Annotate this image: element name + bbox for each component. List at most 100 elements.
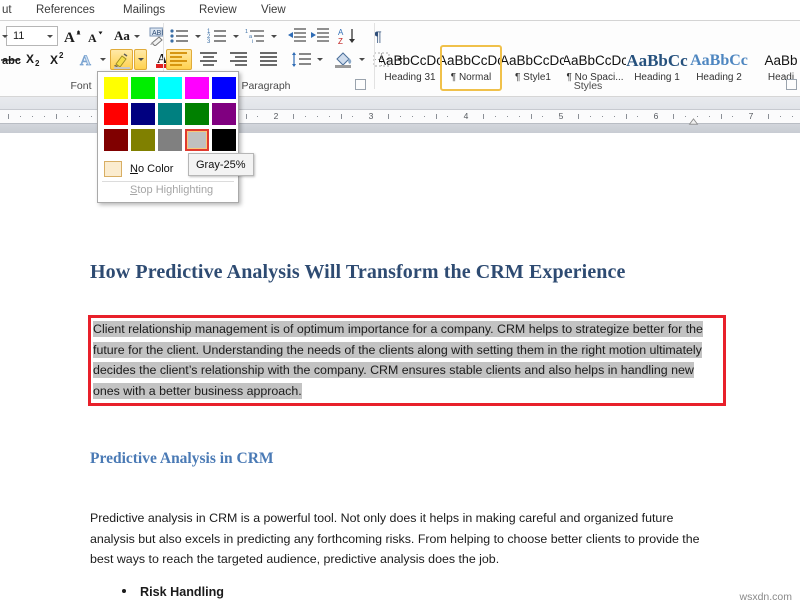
- ruler-tick: [673, 114, 674, 119]
- annotation-rectangle: [88, 315, 726, 406]
- decrease-indent-button[interactable]: [286, 26, 308, 46]
- ruler-tick: [44, 116, 45, 117]
- swatch-violet[interactable]: [212, 103, 236, 125]
- subscript-button[interactable]: X 2: [24, 49, 46, 69]
- line-spacing-icon: [292, 51, 311, 67]
- svg-text:X: X: [26, 52, 34, 66]
- font-size-input[interactable]: 11: [6, 26, 58, 46]
- show-formatting-marks-button[interactable]: ¶: [367, 26, 389, 46]
- text-effects-dropdown[interactable]: [97, 49, 108, 69]
- ruler-number: 3: [368, 111, 374, 121]
- numbering-dropdown[interactable]: [230, 26, 241, 46]
- ruler-tick: [780, 116, 781, 117]
- swatch-turquoise[interactable]: [158, 77, 182, 99]
- highlight-swatch-row-2: [98, 103, 238, 127]
- chevron-down-icon[interactable]: [47, 35, 53, 38]
- swatch-dark-blue[interactable]: [131, 103, 155, 125]
- swatch-bright-green[interactable]: [131, 77, 155, 99]
- svg-text:A: A: [64, 30, 75, 45]
- shrink-font-button[interactable]: A: [85, 26, 107, 46]
- ruler-number: 6: [653, 111, 659, 121]
- numbered-list-icon: 1 2 3: [207, 29, 226, 45]
- swatch-yellow[interactable]: [104, 77, 128, 99]
- ruler-tick: [519, 116, 520, 117]
- bullet-list-icon: [170, 29, 188, 43]
- bullets-dropdown[interactable]: [192, 26, 203, 46]
- ruler-tick: [436, 114, 437, 119]
- swatch-pink[interactable]: [185, 77, 209, 99]
- shading-dropdown[interactable]: [356, 49, 367, 70]
- pilcrow-icon: ¶: [374, 28, 382, 44]
- stop-highlighting-item[interactable]: Stop Highlighting: [130, 184, 213, 196]
- tab-references[interactable]: References: [36, 1, 95, 20]
- ruler-number: 5: [558, 111, 564, 121]
- grow-font-icon: A: [64, 30, 81, 45]
- no-color-swatch-icon: [104, 161, 122, 177]
- svg-text:3: 3: [207, 39, 211, 45]
- dropdown-divider: [102, 181, 234, 182]
- document-page[interactable]: How Predictive Analysis Will Transform t…: [0, 133, 800, 606]
- ruler-tick: [341, 114, 342, 119]
- svg-text:Z: Z: [338, 37, 343, 45]
- ruler-tick: [447, 116, 448, 117]
- chevron-down-icon[interactable]: [133, 34, 140, 38]
- ruler-tick: [732, 116, 733, 117]
- svg-text:A: A: [80, 53, 91, 68]
- highlight-color-dropdown[interactable]: No Color Stop Highlighting: [97, 71, 239, 203]
- tab-review[interactable]: Review: [199, 1, 237, 20]
- ruler-tick: [317, 116, 318, 117]
- font-name-dropdown-caret[interactable]: [0, 26, 10, 46]
- ruler-tick: [578, 114, 579, 119]
- text-effects-button[interactable]: A: [76, 49, 98, 69]
- swatch-black[interactable]: [212, 129, 236, 151]
- tab-mailings[interactable]: Mailings: [123, 1, 165, 20]
- ruler-tick: [412, 116, 413, 117]
- body-paragraph: Predictive analysis in CRM is a powerful…: [90, 511, 700, 566]
- style-preview: AaBbCc: [690, 51, 748, 69]
- align-right-button[interactable]: [226, 49, 252, 70]
- grow-font-button[interactable]: A: [62, 26, 84, 46]
- sort-button[interactable]: A Z: [337, 26, 361, 46]
- increase-indent-button[interactable]: [309, 26, 331, 46]
- clear-formatting-button[interactable]: ABl: [146, 25, 170, 47]
- watermark-text: wsxdn.com: [739, 591, 792, 603]
- ruler-tick: [590, 116, 591, 117]
- ruler-tick: [614, 116, 615, 117]
- superscript-button[interactable]: X 2: [48, 49, 70, 69]
- bullets-button[interactable]: [168, 26, 192, 46]
- swatch-gray-25[interactable]: [185, 129, 209, 151]
- line-spacing-button[interactable]: [290, 49, 314, 70]
- right-indent-marker[interactable]: [688, 118, 699, 125]
- tab-view[interactable]: View: [261, 1, 286, 20]
- change-case-button[interactable]: Aa: [112, 26, 142, 46]
- numbering-button[interactable]: 1 2 3: [206, 26, 230, 46]
- no-color-label: No Color: [130, 163, 174, 175]
- swatch-teal[interactable]: [158, 103, 182, 125]
- justify-button[interactable]: [256, 49, 282, 70]
- align-right-icon: [230, 52, 247, 66]
- multilevel-list-dropdown[interactable]: [268, 26, 279, 46]
- swatch-gray-50[interactable]: [158, 129, 182, 151]
- swatch-dark-red[interactable]: [104, 129, 128, 151]
- swatch-blue[interactable]: [212, 77, 236, 99]
- styles-dialog-launcher[interactable]: [786, 79, 797, 90]
- align-center-button[interactable]: [196, 49, 222, 70]
- align-left-button[interactable]: [166, 49, 192, 70]
- text-highlight-color-dropdown[interactable]: [134, 49, 147, 70]
- strikethrough-button[interactable]: abc: [0, 49, 22, 69]
- swatch-green[interactable]: [185, 103, 209, 125]
- ruler-tick: [542, 116, 543, 117]
- text-highlight-color-button[interactable]: [110, 49, 133, 70]
- subscript-icon: X 2: [26, 52, 40, 68]
- ruler-tick: [56, 114, 57, 119]
- ruler-number: 2: [273, 111, 279, 121]
- swatch-dark-yellow[interactable]: [131, 129, 155, 151]
- line-spacing-dropdown[interactable]: [314, 49, 325, 70]
- svg-text:2: 2: [59, 51, 64, 60]
- paragraph-dialog-launcher[interactable]: [355, 79, 366, 90]
- swatch-red[interactable]: [104, 103, 128, 125]
- multilevel-list-button[interactable]: 1 a i: [244, 26, 268, 46]
- ruler-tick: [697, 116, 698, 117]
- shading-button[interactable]: [332, 49, 356, 70]
- tab-page-layout[interactable]: ut: [2, 1, 12, 20]
